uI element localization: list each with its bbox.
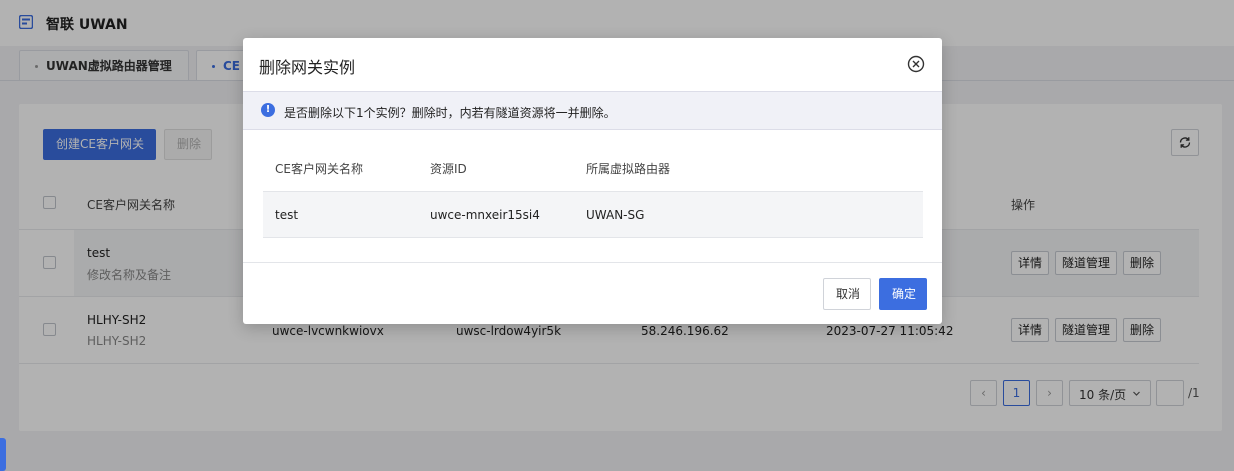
warning-alert: ! 是否删除以下1个实例？删除时，内若有隧道资源将一并删除。 [243, 91, 942, 130]
dialog-table-row: test uwce-mnxeir15si4 UWAN-SG [263, 191, 923, 238]
dialog-router-name: UWAN-SG [586, 208, 645, 222]
dialog-footer-divider [243, 262, 942, 263]
alert-message: 是否删除以下1个实例？删除时，内若有隧道资源将一并删除。 [284, 106, 616, 120]
dialog-gateway-id: uwce-mnxeir15si4 [430, 208, 540, 222]
dialog-gateway-name: test [275, 208, 299, 222]
info-icon: ! [261, 103, 275, 117]
dialog-column-router: 所属虚拟路由器 [586, 162, 671, 176]
dialog-title: 删除网关实例 [259, 58, 356, 77]
cancel-button[interactable]: 取消 [823, 278, 871, 310]
dialog-column-name: CE客户网关名称 [275, 162, 363, 176]
dialog-column-id: 资源ID [430, 162, 467, 176]
delete-gateway-dialog: 删除网关实例 ! 是否删除以下1个实例？删除时，内若有隧道资源将一并删除。 CE… [243, 38, 942, 324]
close-circle-icon[interactable] [906, 54, 926, 74]
confirm-button[interactable]: 确定 [879, 278, 927, 310]
side-tab[interactable] [0, 438, 6, 471]
